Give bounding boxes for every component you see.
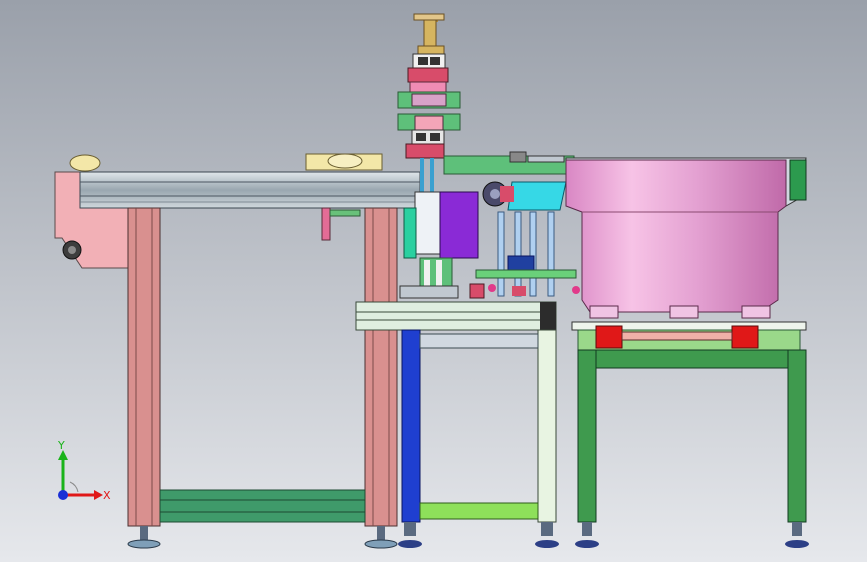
product-right bbox=[327, 153, 363, 169]
white-guide-block bbox=[414, 191, 444, 255]
conveyor-top-rail bbox=[79, 171, 421, 209]
red-clamp-right bbox=[731, 325, 759, 349]
machine-assembly-drawing: Y X bbox=[0, 0, 867, 562]
cylinder-top bbox=[412, 53, 446, 69]
purple-motor-block bbox=[439, 191, 479, 259]
product-left bbox=[69, 154, 101, 172]
left-leg bbox=[127, 207, 161, 527]
bowl-body bbox=[565, 159, 787, 313]
center-cross-beam bbox=[355, 301, 557, 331]
center-leg-blue bbox=[401, 329, 421, 523]
middle-leg bbox=[364, 207, 398, 527]
cad-viewport[interactable]: Y X bbox=[0, 0, 867, 562]
center-bottom-brace bbox=[419, 502, 539, 520]
foot-middle bbox=[364, 539, 398, 549]
x-axis-label: X bbox=[103, 489, 111, 502]
red-clamp-left bbox=[595, 325, 623, 349]
cyan-chute bbox=[507, 181, 567, 211]
spindle-cap bbox=[413, 13, 445, 21]
foot-left bbox=[127, 539, 161, 549]
bowl-table-top bbox=[577, 349, 807, 369]
center-leg-white bbox=[537, 329, 557, 523]
bottom-brace bbox=[159, 489, 366, 523]
z-axis-dot bbox=[58, 490, 68, 500]
bowl-leg-right bbox=[787, 349, 807, 523]
bowl-leg-left bbox=[577, 349, 597, 523]
y-axis-label: Y bbox=[57, 439, 65, 452]
